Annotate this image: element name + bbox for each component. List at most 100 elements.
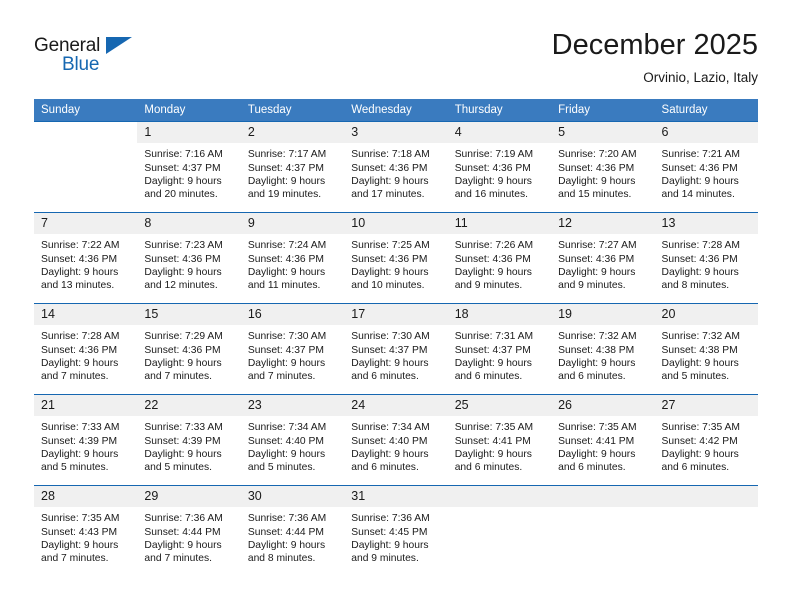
daylight-info-line: Daylight: 9 hours (454, 266, 532, 278)
daylight-info-line: Sunset: 4:41 PM (454, 435, 531, 447)
daylight-info-line: Sunrise: 7:32 AM (661, 331, 740, 343)
daylight-info-line: and 10 minutes. (351, 279, 425, 291)
day-cell-20[interactable]: 20 Sunrise: 7:32 AM Sunset: 4:38 PM Dayligh… (654, 303, 758, 395)
day-cell-empty (447, 485, 552, 577)
day-number: 2 (240, 122, 345, 144)
day-cell-12[interactable]: 12 Sunrise: 7:27 AM Sunset: 4:36 PM Dayligh… (551, 212, 655, 304)
day-number: 28 (34, 486, 138, 508)
daylight-info-line: Sunrise: 7:35 AM (558, 422, 637, 434)
daylight-info-line: Daylight: 9 hours (351, 357, 429, 369)
day-cell-inner (654, 486, 758, 576)
daylight-info: Sunrise: 7:36 AM Sunset: 4:44 PM Daylight:… (241, 507, 344, 565)
daylight-info-line: Daylight: 9 hours (661, 175, 739, 187)
day-cell-26[interactable]: 26 Sunrise: 7:35 AM Sunset: 4:41 PM Dayligh… (551, 394, 655, 486)
day-number: 21 (34, 395, 138, 417)
page-title: December 2025 (551, 29, 758, 61)
day-cell-3[interactable]: 3 Sunrise: 7:18 AM Sunset: 4:36 PM Daylight… (344, 121, 448, 213)
daylight-info-line: Sunrise: 7:16 AM (144, 149, 223, 161)
day-number: 4 (447, 122, 552, 144)
daylight-info: Sunrise: 7:32 AM Sunset: 4:38 PM Daylight:… (551, 325, 654, 383)
day-cell-1[interactable]: 1 Sunrise: 7:16 AM Sunset: 4:37 PM Daylight… (137, 121, 241, 213)
daylight-info-line: and 7 minutes. (41, 370, 109, 382)
day-cell-15[interactable]: 15 Sunrise: 7:29 AM Sunset: 4:36 PM Dayligh… (137, 303, 241, 395)
day-cell-inner: 12 Sunrise: 7:27 AM Sunset: 4:36 PM Dayligh… (551, 213, 655, 303)
day-cell-2[interactable]: 2 Sunrise: 7:17 AM Sunset: 4:37 PM Daylight… (240, 121, 345, 213)
day-cell-18[interactable]: 18 Sunrise: 7:31 AM Sunset: 4:37 PM Dayligh… (447, 303, 552, 395)
day-cell-16[interactable]: 16 Sunrise: 7:30 AM Sunset: 4:37 PM Dayligh… (240, 303, 345, 395)
location-subtitle: Orvinio, Lazio, Italy (643, 70, 758, 86)
daylight-info-line: Sunrise: 7:33 AM (144, 422, 223, 434)
day-number: 1 (137, 122, 241, 144)
day-cell-28[interactable]: 28 Sunrise: 7:35 AM Sunset: 4:43 PM Dayligh… (34, 485, 138, 577)
day-number: 24 (344, 395, 448, 417)
day-number: 3 (344, 122, 448, 144)
daylight-info-line: and 5 minutes. (144, 461, 212, 473)
day-cell-13[interactable]: 13 Sunrise: 7:28 AM Sunset: 4:36 PM Dayligh… (654, 212, 758, 304)
daylight-info-line: Daylight: 9 hours (41, 357, 119, 369)
day-cell-inner: 13 Sunrise: 7:28 AM Sunset: 4:36 PM Dayligh… (654, 213, 758, 303)
calendar-page: General Blue December 2025 Orvinio, Lazi… (0, 0, 792, 612)
day-cell-25[interactable]: 25 Sunrise: 7:35 AM Sunset: 4:41 PM Dayligh… (447, 394, 552, 486)
daylight-info-line: Sunrise: 7:18 AM (351, 149, 430, 161)
day-cell-31[interactable]: 31 Sunrise: 7:36 AM Sunset: 4:45 PM Dayligh… (344, 485, 448, 577)
daylight-info-line: and 9 minutes. (351, 552, 419, 564)
logo-text-blue: Blue (62, 54, 100, 75)
daylight-info-line: Sunset: 4:37 PM (144, 162, 221, 174)
day-number: 17 (344, 304, 448, 326)
daylight-info-line: Sunset: 4:36 PM (558, 162, 635, 174)
day-cell-inner: 6 Sunrise: 7:21 AM Sunset: 4:36 PM Daylight… (654, 122, 758, 212)
day-cell-23[interactable]: 23 Sunrise: 7:34 AM Sunset: 4:40 PM Dayligh… (240, 394, 345, 486)
day-cell-9[interactable]: 9 Sunrise: 7:24 AM Sunset: 4:36 PM Daylight… (240, 212, 345, 304)
day-cell-30[interactable]: 30 Sunrise: 7:36 AM Sunset: 4:44 PM Dayligh… (240, 485, 345, 577)
day-number (654, 486, 758, 508)
daylight-info: Sunrise: 7:24 AM Sunset: 4:36 PM Daylight:… (241, 234, 344, 292)
day-cell-24[interactable]: 24 Sunrise: 7:34 AM Sunset: 4:40 PM Dayligh… (344, 394, 448, 486)
day-cell-inner: 29 Sunrise: 7:36 AM Sunset: 4:44 PM Dayligh… (137, 486, 241, 576)
weekday-header-saturday: Saturday (654, 99, 758, 122)
daylight-info-line: Sunrise: 7:32 AM (558, 331, 637, 343)
daylight-info-line: Sunrise: 7:19 AM (454, 149, 534, 161)
day-cell-14[interactable]: 14 Sunrise: 7:28 AM Sunset: 4:36 PM Dayligh… (34, 303, 138, 395)
daylight-info-line: Sunset: 4:45 PM (351, 526, 428, 538)
daylight-info-line: Sunrise: 7:27 AM (558, 240, 637, 252)
day-cell-inner (34, 122, 138, 213)
day-number: 18 (447, 304, 552, 326)
day-cell-inner: 5 Sunrise: 7:20 AM Sunset: 4:36 PM Daylight… (551, 122, 655, 212)
calendar-week-row: 21 Sunrise: 7:33 AM Sunset: 4:39 PM Dayligh… (34, 394, 758, 486)
daylight-info: Sunrise: 7:36 AM Sunset: 4:45 PM Daylight:… (344, 507, 447, 565)
calendar-week-row: 14 Sunrise: 7:28 AM Sunset: 4:36 PM Dayligh… (34, 303, 758, 395)
day-cell-21[interactable]: 21 Sunrise: 7:33 AM Sunset: 4:39 PM Dayligh… (34, 394, 138, 486)
daylight-info-line: Daylight: 9 hours (558, 357, 636, 369)
day-cell-inner: 19 Sunrise: 7:32 AM Sunset: 4:38 PM Dayligh… (551, 304, 655, 394)
daylight-info-line: Daylight: 9 hours (144, 266, 222, 278)
daylight-info-line: Daylight: 9 hours (247, 357, 326, 369)
weekday-header-wednesday: Wednesday (344, 99, 448, 122)
daylight-info-line: Sunset: 4:38 PM (558, 344, 635, 356)
day-cell-6[interactable]: 6 Sunrise: 7:21 AM Sunset: 4:36 PM Daylight… (654, 121, 758, 213)
daylight-info-line: and 13 minutes. (41, 279, 115, 291)
day-cell-11[interactable]: 11 Sunrise: 7:26 AM Sunset: 4:36 PM Dayligh… (447, 212, 552, 304)
day-cell-10[interactable]: 10 Sunrise: 7:25 AM Sunset: 4:36 PM Dayligh… (344, 212, 448, 304)
day-cell-27[interactable]: 27 Sunrise: 7:35 AM Sunset: 4:42 PM Dayligh… (654, 394, 758, 486)
day-cell-29[interactable]: 29 Sunrise: 7:36 AM Sunset: 4:44 PM Dayligh… (137, 485, 241, 577)
day-number (447, 486, 552, 508)
daylight-info-line: Sunrise: 7:35 AM (661, 422, 740, 434)
day-cell-19[interactable]: 19 Sunrise: 7:32 AM Sunset: 4:38 PM Dayligh… (551, 303, 655, 395)
daylight-info-line: Daylight: 9 hours (247, 539, 326, 551)
daylight-info-line: Sunset: 4:36 PM (661, 253, 738, 265)
weekday-header-monday: Monday (137, 99, 241, 122)
day-cell-17[interactable]: 17 Sunrise: 7:30 AM Sunset: 4:37 PM Dayligh… (344, 303, 448, 395)
daylight-info-line: Sunset: 4:37 PM (454, 344, 531, 356)
daylight-info-line: Sunrise: 7:34 AM (351, 422, 430, 434)
day-cell-4[interactable]: 4 Sunrise: 7:19 AM Sunset: 4:36 PM Daylight… (447, 121, 552, 213)
day-number: 8 (137, 213, 241, 235)
day-cell-8[interactable]: 8 Sunrise: 7:23 AM Sunset: 4:36 PM Daylight… (137, 212, 241, 304)
day-cell-inner: 25 Sunrise: 7:35 AM Sunset: 4:41 PM Dayligh… (447, 395, 552, 485)
day-cell-5[interactable]: 5 Sunrise: 7:20 AM Sunset: 4:36 PM Daylight… (551, 121, 655, 213)
daylight-info: Sunrise: 7:32 AM Sunset: 4:38 PM Daylight:… (655, 325, 758, 383)
daylight-info-line: Sunrise: 7:17 AM (247, 149, 327, 161)
daylight-info-line: Sunset: 4:36 PM (144, 253, 221, 265)
day-cell-22[interactable]: 22 Sunrise: 7:33 AM Sunset: 4:39 PM Dayligh… (137, 394, 241, 486)
daylight-info-line: and 9 minutes. (558, 279, 626, 291)
day-cell-7[interactable]: 7 Sunrise: 7:22 AM Sunset: 4:36 PM Daylight… (34, 212, 138, 304)
